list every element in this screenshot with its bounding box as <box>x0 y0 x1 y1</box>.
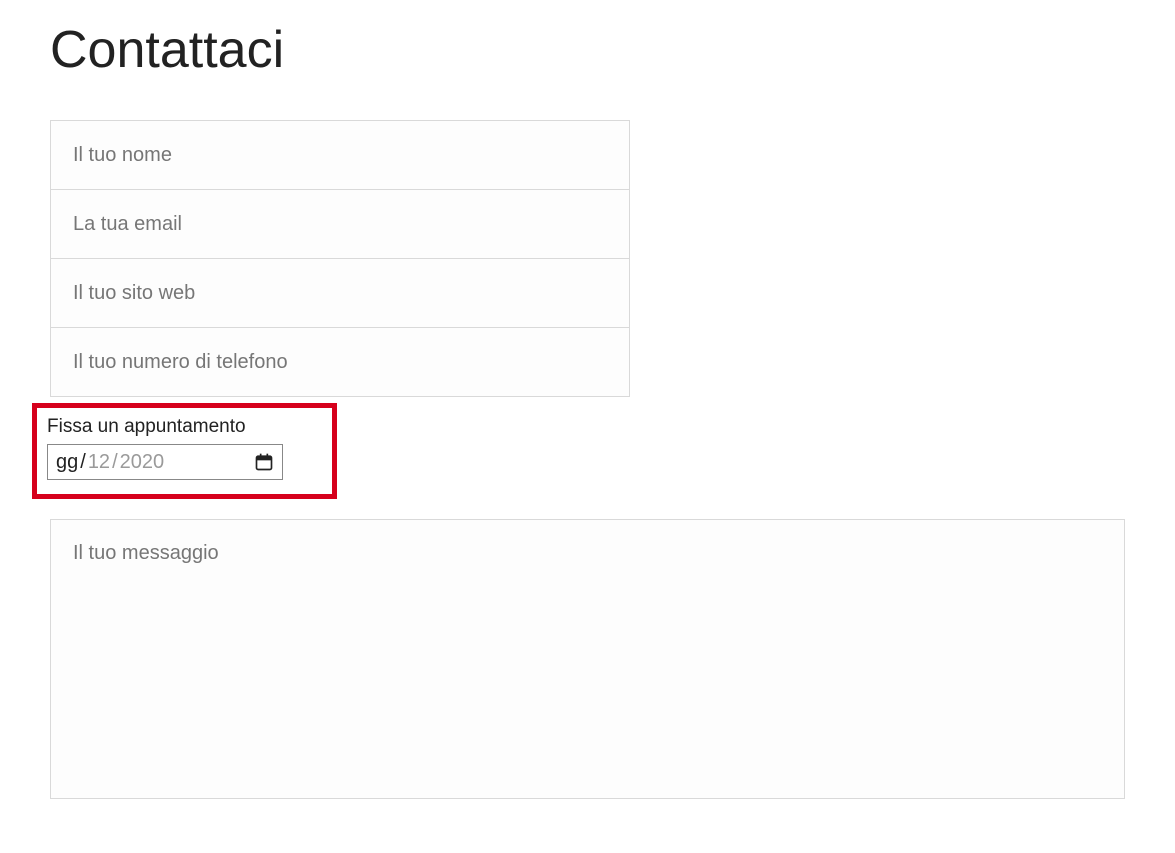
contact-form: Fissa un appuntamento gg / 12 / 2020 <box>50 120 1125 799</box>
appointment-highlight: Fissa un appuntamento gg / 12 / 2020 <box>32 403 337 499</box>
date-sep: / <box>80 451 86 474</box>
page-title: Contattaci <box>50 20 1125 80</box>
appointment-date-input[interactable]: gg / 12 / 2020 <box>47 444 283 480</box>
date-year[interactable]: 2020 <box>120 451 165 474</box>
date-month[interactable]: 12 <box>88 451 110 474</box>
name-field[interactable] <box>50 120 630 190</box>
calendar-icon[interactable] <box>254 452 274 472</box>
email-field[interactable] <box>50 189 630 259</box>
date-sep: / <box>112 451 118 474</box>
date-value: gg / 12 / 2020 <box>56 451 164 474</box>
date-day[interactable]: gg <box>56 451 78 474</box>
appointment-label: Fissa un appuntamento <box>47 416 322 438</box>
website-field[interactable] <box>50 258 630 328</box>
phone-field[interactable] <box>50 327 630 397</box>
message-field[interactable] <box>50 519 1125 799</box>
